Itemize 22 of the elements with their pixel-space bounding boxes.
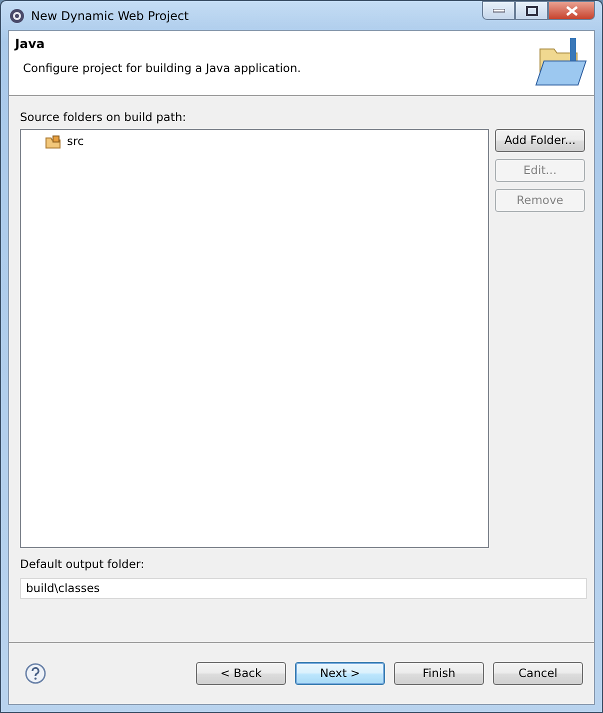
- page-title: Java: [15, 35, 46, 53]
- wizard-button[interactable]: Cancel: [493, 662, 583, 685]
- output-folder-field[interactable]: build\classes: [20, 578, 587, 598]
- wizard-button[interactable]: Next >: [295, 662, 385, 685]
- source-folders-label: Source folders on build path:: [20, 109, 188, 126]
- tree-item[interactable]: src: [65, 133, 86, 150]
- source-folders-list[interactable]: src: [20, 129, 489, 548]
- app-icon: [9, 8, 25, 24]
- maximize-icon: [526, 6, 538, 16]
- help-icon[interactable]: [25, 663, 46, 684]
- minimize-button[interactable]: [482, 1, 515, 20]
- window-title: New Dynamic Web Project: [31, 8, 189, 24]
- side-button[interactable]: Add Folder...: [495, 129, 585, 152]
- package-folder-icon: [45, 134, 61, 149]
- wizard-button[interactable]: < Back: [196, 662, 286, 685]
- close-button[interactable]: [548, 1, 595, 20]
- output-folder-label: Default output folder:: [20, 556, 146, 574]
- page-description: Configure project for building a Java application.: [23, 60, 302, 77]
- maximize-button[interactable]: [515, 1, 548, 20]
- close-icon: [566, 6, 578, 16]
- wizard-button[interactable]: Finish: [394, 662, 484, 685]
- minimize-icon: [492, 8, 504, 12]
